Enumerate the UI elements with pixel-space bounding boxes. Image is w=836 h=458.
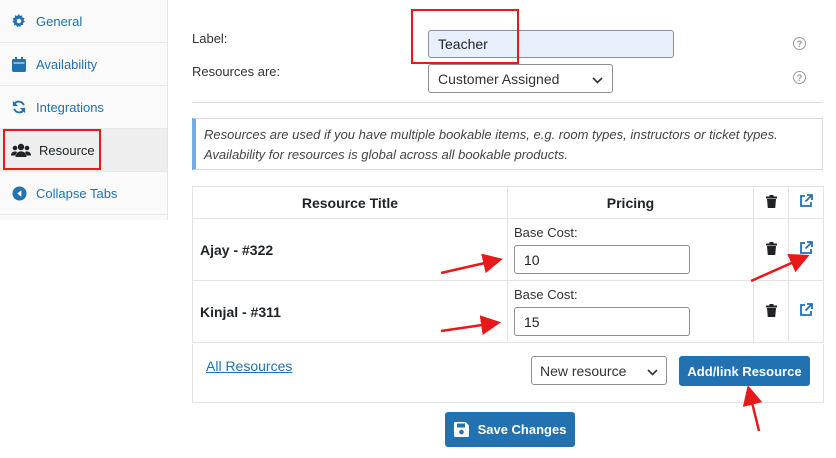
sync-icon bbox=[11, 99, 27, 115]
chevron-down-icon bbox=[592, 71, 603, 87]
sidebar-item-label: Resource bbox=[39, 142, 95, 158]
column-header-title: Resource Title bbox=[192, 186, 508, 219]
label-input[interactable] bbox=[428, 30, 674, 58]
header-delete-cell bbox=[753, 186, 789, 219]
resources-are-select[interactable]: Customer Assigned bbox=[428, 64, 613, 93]
base-cost-label: Base Cost: bbox=[514, 225, 578, 240]
divider bbox=[192, 102, 823, 103]
pricing-cell: Base Cost: bbox=[507, 280, 754, 343]
link-cell bbox=[788, 218, 824, 281]
resources-are-label: Resources are: bbox=[192, 64, 281, 79]
save-changes-button[interactable]: Save Changes bbox=[445, 412, 575, 447]
save-icon bbox=[453, 422, 469, 437]
add-link-resource-button[interactable]: Add/link Resource bbox=[679, 356, 810, 386]
sidebar-item-general[interactable]: General bbox=[0, 0, 167, 43]
help-icon[interactable]: ? bbox=[793, 37, 806, 50]
link-cell bbox=[788, 280, 824, 343]
sidebar-collapse-tabs[interactable]: Collapse Tabs bbox=[0, 172, 167, 215]
sidebar-item-label: Collapse Tabs bbox=[36, 185, 118, 201]
header-link-cell bbox=[788, 186, 824, 219]
all-resources-link[interactable]: All Resources bbox=[206, 358, 292, 374]
delete-cell bbox=[753, 218, 789, 281]
resources-notice: Resources are used if you have multiple … bbox=[192, 118, 823, 170]
base-cost-label: Base Cost: bbox=[514, 287, 578, 302]
collapse-icon bbox=[11, 185, 27, 201]
chevron-down-icon bbox=[647, 363, 658, 379]
resource-title: Ajay - #322 bbox=[192, 218, 508, 281]
sidebar-item-label: Integrations bbox=[36, 99, 104, 115]
resource-title: Kinjal - #311 bbox=[192, 280, 508, 343]
resources-are-value: Customer Assigned bbox=[438, 70, 560, 87]
sidebar: General Availability Integrations Resour… bbox=[0, 0, 168, 220]
label-field-label: Label: bbox=[192, 31, 228, 46]
gear-icon bbox=[11, 13, 27, 29]
base-cost-input[interactable] bbox=[514, 245, 690, 274]
trash-icon[interactable] bbox=[765, 303, 777, 320]
sidebar-item-label: Availability bbox=[36, 56, 98, 72]
save-changes-label: Save Changes bbox=[477, 422, 567, 437]
users-icon bbox=[11, 142, 31, 158]
sidebar-item-resource[interactable]: Resource bbox=[0, 129, 167, 172]
table-row: Kinjal - #311 Base Cost: bbox=[192, 280, 824, 343]
external-link-icon[interactable] bbox=[799, 194, 813, 211]
sidebar-item-label: General bbox=[36, 13, 83, 29]
table-footer: All Resources New resource Add/link Reso… bbox=[192, 344, 824, 403]
pricing-cell: Base Cost: bbox=[507, 218, 754, 281]
calendar-icon bbox=[11, 56, 27, 72]
external-link-icon[interactable] bbox=[799, 241, 813, 258]
column-header-pricing: Pricing bbox=[507, 186, 754, 219]
help-icon[interactable]: ? bbox=[793, 71, 806, 84]
delete-cell bbox=[753, 280, 789, 343]
resources-table: Resource Title Pricing Ajay - #322 Base … bbox=[192, 186, 824, 343]
table-row: Ajay - #322 Base Cost: bbox=[192, 218, 824, 281]
base-cost-input[interactable] bbox=[514, 307, 690, 336]
external-link-icon[interactable] bbox=[799, 303, 813, 320]
new-resource-value: New resource bbox=[540, 362, 627, 379]
trash-icon[interactable] bbox=[765, 194, 777, 211]
new-resource-select[interactable]: New resource bbox=[531, 356, 667, 385]
sidebar-item-availability[interactable]: Availability bbox=[0, 43, 167, 86]
trash-icon[interactable] bbox=[765, 241, 777, 258]
sidebar-item-integrations[interactable]: Integrations bbox=[0, 86, 167, 129]
